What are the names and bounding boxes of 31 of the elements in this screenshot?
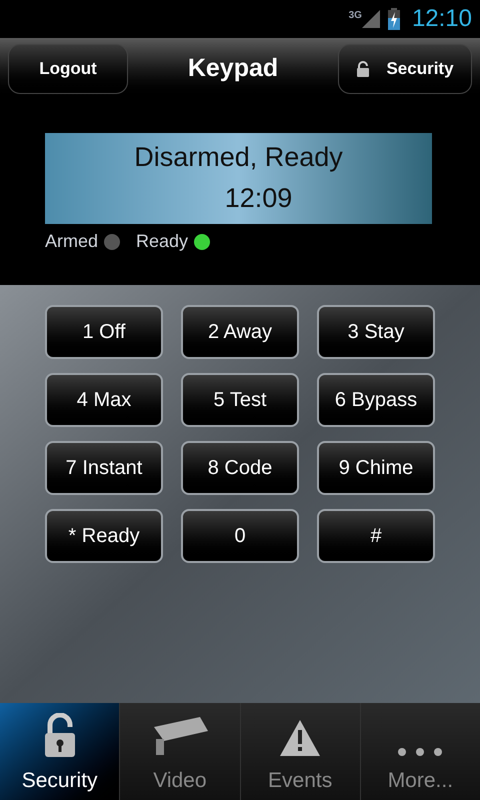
page-title: Keypad (188, 53, 278, 84)
indicator-label: Ready (136, 230, 188, 253)
keypad-key[interactable]: # (317, 509, 435, 563)
nav-tab[interactable]: Video (119, 703, 240, 800)
security-button[interactable]: Security (338, 44, 472, 94)
keypad-key[interactable]: 2 Away (181, 305, 299, 359)
keypad-key[interactable]: 0 (181, 509, 299, 563)
padlock-icon (42, 712, 77, 756)
keypad-key[interactable]: 7 Instant (45, 441, 163, 495)
keypad-key[interactable]: 6 Bypass (317, 373, 435, 427)
signal-icon (362, 10, 380, 28)
battery-charging-icon (388, 8, 400, 30)
network-label: 3G (348, 9, 362, 23)
padlock-icon (356, 61, 370, 77)
keypad-key[interactable]: 5 Test (181, 373, 299, 427)
warning-icon (279, 718, 322, 756)
keypad-key[interactable]: 8 Code (181, 441, 299, 495)
display-time: 12:09 (224, 182, 292, 214)
clock-text: 12:10 (412, 4, 472, 34)
keypad-key[interactable]: 1 Off (45, 305, 163, 359)
keypad-key[interactable]: 4 Max (45, 373, 163, 427)
nav-tab[interactable]: Events (240, 703, 360, 800)
keypad-key[interactable]: 9 Chime (317, 441, 435, 495)
keypad-key[interactable]: 3 Stay (317, 305, 435, 359)
logout-button[interactable]: Logout (8, 44, 128, 94)
more-dots-icon (396, 746, 444, 756)
status-text: Disarmed, Ready (134, 141, 343, 174)
nav-tab[interactable]: Security (0, 703, 120, 800)
indicator-label: Armed (45, 230, 98, 253)
keypad-key[interactable]: * Ready (45, 509, 163, 563)
nav-tab[interactable]: More... (360, 703, 480, 800)
